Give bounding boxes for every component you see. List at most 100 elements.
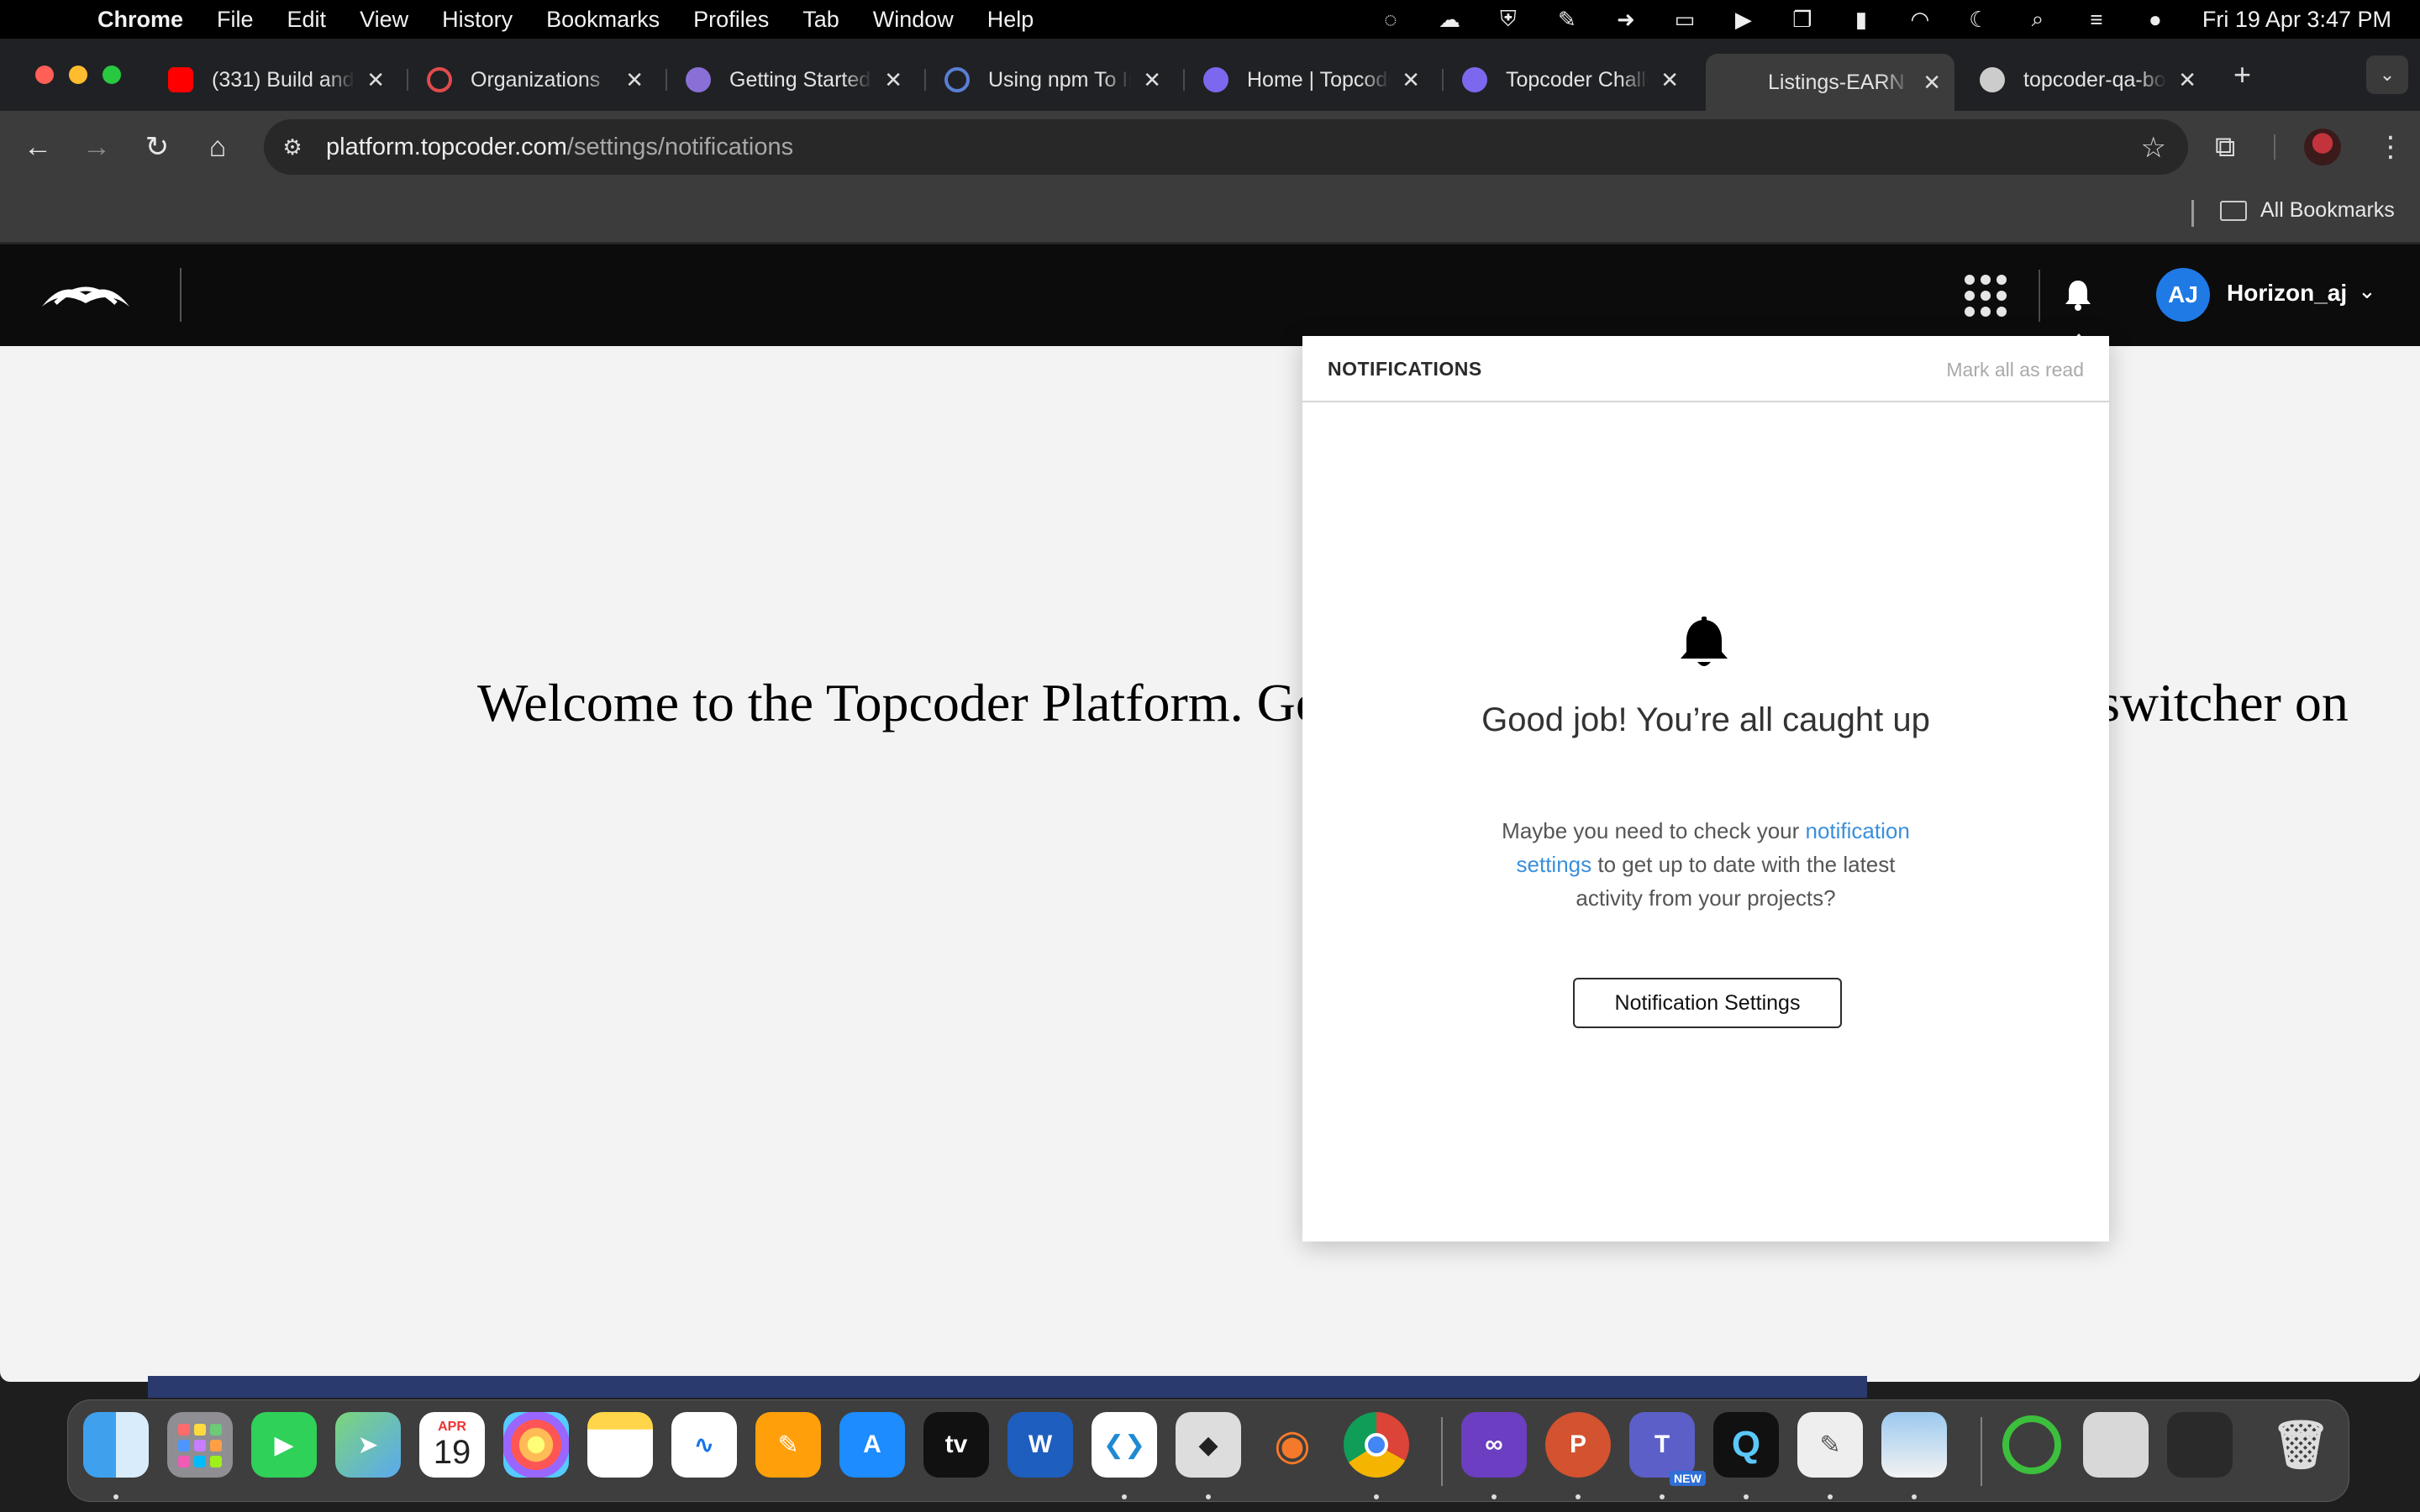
battery-charging-icon[interactable]: ▮ [1846, 7, 1876, 32]
finder-icon[interactable] [83, 1412, 149, 1478]
notifications-bell-icon[interactable] [2064, 278, 2092, 312]
activity-monitor-icon[interactable] [1999, 1412, 2065, 1478]
cloud-sync-icon[interactable]: ☁ [1434, 7, 1465, 32]
unity-icon[interactable]: ◆ [1176, 1412, 1241, 1478]
visual-studio-icon[interactable]: ∞ [1461, 1412, 1527, 1478]
running-indicator [1122, 1494, 1127, 1499]
pen-icon[interactable]: ✎ [1552, 7, 1582, 32]
arrow-icon[interactable]: ➜ [1611, 7, 1641, 32]
close-tab-icon[interactable]: ✕ [366, 67, 385, 93]
status-area: ◌ ☁ ⛨ ✎ ➜ ▭ ▶ ❐ ▮ ◠ ☾ ⌕ ≡ ● Fri 19 Apr 3… [1376, 0, 2391, 39]
pages-icon[interactable]: ✎ [755, 1412, 821, 1478]
calendar-icon[interactable]: APR 19 [419, 1412, 485, 1478]
reload-button[interactable]: ↻ [138, 128, 176, 166]
close-tab-icon[interactable]: ✕ [1660, 67, 1679, 93]
blender-icon[interactable]: ◉ [1260, 1412, 1325, 1478]
preview-icon[interactable] [1881, 1412, 1947, 1478]
zoom-window-button[interactable] [103, 66, 121, 84]
script-editor-icon[interactable]: ✎ [1797, 1412, 1863, 1478]
menu-edit[interactable]: Edit [287, 7, 327, 33]
quicktime-icon[interactable]: Q [1713, 1412, 1779, 1478]
menu-help[interactable]: Help [987, 7, 1034, 33]
display-icon[interactable]: ▭ [1670, 7, 1700, 32]
menu-history[interactable]: History [442, 7, 513, 33]
tab-using-npm[interactable]: Using npm To Install ✕ [926, 55, 1175, 104]
menu-file[interactable]: File [217, 7, 254, 33]
tab-home-topcoder[interactable]: Home | Topcoder ✕ [1185, 55, 1434, 104]
address-path: /settings/notifications [566, 133, 794, 160]
menu-view[interactable]: View [360, 7, 408, 33]
moon-icon[interactable]: ☾ [1964, 7, 1994, 32]
siri-icon[interactable]: ● [2140, 7, 2170, 32]
close-window-button[interactable] [35, 66, 54, 84]
tool-switcher-grid-icon[interactable] [1965, 275, 2007, 317]
tab-search-button[interactable]: ⌄ [2366, 55, 2408, 94]
minimize-window-button[interactable] [69, 66, 87, 84]
notifications-title: NOTIFICATIONS [1328, 358, 1482, 380]
tab-organizations[interactable]: Organizations ✕ [408, 55, 657, 104]
activity-ring-icon[interactable]: ◌ [1376, 7, 1406, 32]
control-center-icon[interactable]: ≡ [2081, 7, 2112, 32]
tab-topcoder-challenges[interactable]: Topcoder Challenges ✕ [1444, 55, 1692, 104]
address-bar[interactable]: ⚙ platform.topcoder.com/settings/notific… [264, 119, 2188, 175]
windows-icon[interactable]: ❐ [1787, 7, 1818, 32]
running-indicator [1912, 1494, 1917, 1499]
extensions-icon[interactable]: ⧉ [2215, 128, 2235, 166]
freeform-icon[interactable]: ∿ [671, 1412, 737, 1478]
site-info-icon[interactable]: ⚙ [276, 134, 309, 160]
recent-window-thumbnail[interactable] [2167, 1412, 2233, 1478]
chevron-down-icon[interactable]: ⌄ [2358, 278, 2376, 304]
bookmark-star-icon[interactable]: ☆ [2141, 131, 2166, 165]
tab-getting-started[interactable]: Getting Started ✕ [667, 55, 916, 104]
teams-icon[interactable]: T [1629, 1412, 1695, 1478]
app-store-icon[interactable]: A [839, 1412, 905, 1478]
trash-icon[interactable]: 🗑 [2268, 1412, 2333, 1478]
back-button[interactable]: ← [18, 128, 57, 166]
close-tab-icon[interactable]: ✕ [1923, 70, 1941, 96]
search-icon[interactable]: ⌕ [2023, 6, 2053, 31]
tab-listings-earn[interactable]: Listings-EARN ✕ [1706, 54, 1954, 111]
menu-bookmarks[interactable]: Bookmarks [546, 7, 660, 33]
menu-app-name[interactable]: Chrome [97, 7, 183, 33]
apple-tv-icon[interactable]: tv [923, 1412, 989, 1478]
microsoft-word-icon[interactable]: W [1007, 1412, 1073, 1478]
chrome-menu-icon[interactable]: ⋮ [2376, 128, 2405, 166]
recent-window-thumbnail[interactable] [2083, 1412, 2149, 1478]
topcoder-logo-icon[interactable] [39, 278, 133, 312]
new-tab-button[interactable]: + [2233, 57, 2251, 92]
menu-window[interactable]: Window [873, 7, 954, 33]
running-indicator [1744, 1494, 1749, 1499]
close-tab-icon[interactable]: ✕ [2178, 67, 2196, 93]
home-button[interactable]: ⌂ [198, 128, 237, 166]
menu-profiles[interactable]: Profiles [693, 7, 769, 33]
profile-avatar-button[interactable] [2304, 128, 2341, 166]
folder-icon [2220, 200, 2247, 221]
forward-button[interactable]: → [77, 128, 116, 166]
menu-clock[interactable]: Fri 19 Apr 3:47 PM [2202, 7, 2391, 33]
user-name[interactable]: Horizon_aj [2227, 280, 2347, 307]
chrome-icon[interactable] [1344, 1412, 1409, 1478]
user-avatar[interactable]: AJ [2156, 268, 2210, 322]
dock-separator [1981, 1417, 1982, 1486]
powerpoint-icon[interactable]: P [1545, 1412, 1611, 1478]
menu-tab[interactable]: Tab [802, 7, 839, 33]
photos-icon[interactable] [503, 1412, 569, 1478]
facetime-icon[interactable]: ▶ [251, 1412, 317, 1478]
close-tab-icon[interactable]: ✕ [625, 67, 644, 93]
mark-all-read-link[interactable]: Mark all as read [1946, 359, 2084, 381]
tab-topcoder-qa-bot[interactable]: topcoder-qa-bot ✕ [1961, 55, 2210, 104]
notification-settings-button[interactable]: Notification Settings [1573, 978, 1842, 1028]
shield-vpn-icon[interactable]: ⛨ [1493, 6, 1523, 31]
close-tab-icon[interactable]: ✕ [884, 67, 902, 93]
launchpad-icon[interactable] [167, 1412, 233, 1478]
all-bookmarks-button[interactable]: All Bookmarks [2220, 198, 2395, 223]
tab-youtube[interactable]: (331) Build and ✕ [150, 55, 398, 104]
close-tab-icon[interactable]: ✕ [1402, 67, 1420, 93]
wifi-icon[interactable]: ◠ [1905, 7, 1935, 32]
close-tab-icon[interactable]: ✕ [1143, 67, 1161, 93]
vscode-icon[interactable]: ❮❯ [1092, 1412, 1157, 1478]
play-icon[interactable]: ▶ [1728, 7, 1759, 32]
notes-icon[interactable] [587, 1412, 653, 1478]
maps-icon[interactable]: ➤ [335, 1412, 401, 1478]
tab-title: Home | Topcoder [1247, 67, 1390, 92]
